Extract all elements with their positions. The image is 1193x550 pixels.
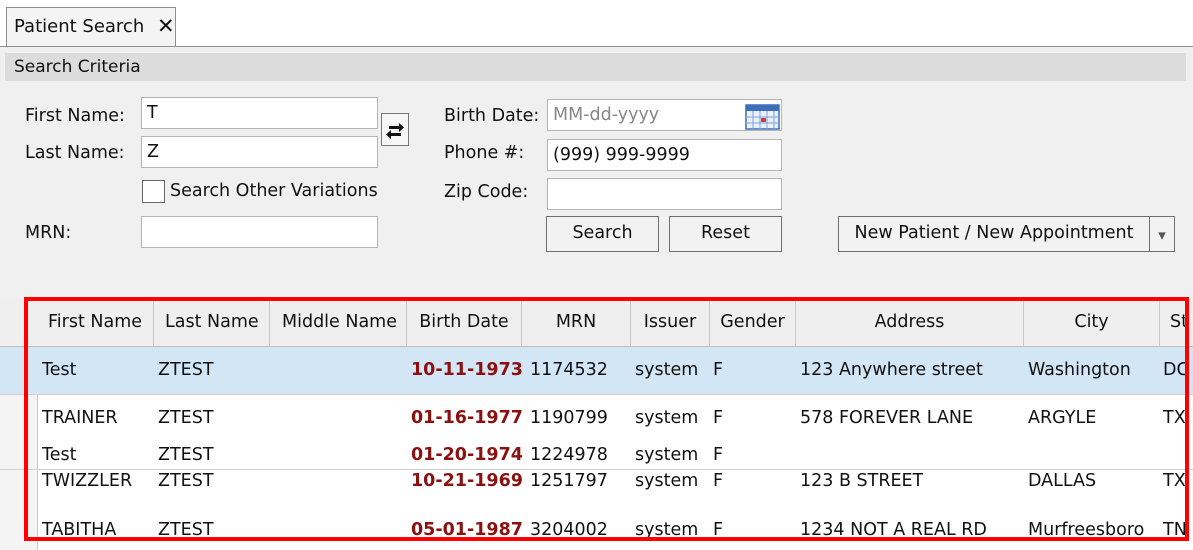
cell-mrn: 1224978 [530, 445, 608, 465]
last-name-label: Last Name: [25, 143, 125, 163]
cell-issuer: system [635, 520, 699, 540]
table-row[interactable]: TABITHA ZTEST 05-01-1987 3204002 system … [0, 495, 1193, 550]
cell-state: TX [1163, 408, 1186, 428]
search-button[interactable]: Search [546, 216, 659, 252]
cell-last-name: ZTEST [158, 445, 214, 465]
cell-birth-date: 01-20-1974 [411, 445, 523, 465]
cell-issuer: system [635, 360, 699, 380]
cell-gender: F [713, 445, 724, 465]
cell-address: 578 FOREVER LANE [800, 408, 974, 428]
cell-first-name: TABITHA [42, 520, 117, 540]
cell-gender: F [713, 471, 724, 491]
phone-field[interactable]: (999) 999-9999 [547, 139, 782, 171]
tab-patient-search[interactable]: Patient Search ✕ [6, 7, 176, 46]
cell-city: Washington [1028, 360, 1131, 380]
section-title: Search Criteria [14, 57, 141, 77]
cell-first-name: TRAINER [42, 408, 118, 428]
zip-code-field[interactable] [547, 178, 782, 210]
cell-gender: F [713, 360, 724, 380]
tab-strip: Patient Search ✕ [0, 0, 1193, 46]
cell-birth-date: 10-21-1969 [411, 471, 523, 491]
cell-last-name: ZTEST [158, 520, 214, 540]
cell-address: 1234 NOT A REAL RD [800, 520, 987, 540]
cell-issuer: system [635, 408, 699, 428]
column-header-middle-name[interactable]: Middle Name [270, 300, 407, 347]
chevron-down-icon: ▾ [1158, 226, 1166, 244]
cell-address: 123 B STREET [800, 471, 924, 491]
tab-label: Patient Search [14, 16, 145, 37]
cell-state: DC [1163, 360, 1189, 380]
column-header-gender[interactable]: Gender [710, 300, 796, 347]
last-name-field[interactable]: Z [141, 136, 378, 168]
cell-birth-date: 10-11-1973 [411, 360, 523, 380]
mrn-field[interactable] [141, 216, 378, 248]
zip-code-label: Zip Code: [444, 182, 529, 202]
cell-mrn: 3204002 [530, 520, 608, 540]
table-row[interactable]: TRAINER ZTEST 01-16-1977 1190799 system … [0, 395, 1193, 442]
column-header-mrn[interactable]: MRN [522, 300, 631, 347]
section-header: Search Criteria [5, 53, 1186, 81]
cell-issuer: system [635, 471, 699, 491]
column-header-birth-date[interactable]: Birth Date [407, 300, 522, 347]
cell-gender: F [713, 520, 724, 540]
results-grid: First Name Last Name Middle Name Birth D… [0, 300, 1193, 550]
birth-date-label: Birth Date: [444, 106, 540, 126]
column-header-address[interactable]: Address [796, 300, 1024, 347]
mrn-label: MRN: [25, 223, 72, 243]
swap-icon [386, 123, 404, 139]
search-other-variations-checkbox[interactable] [142, 180, 165, 203]
swap-names-button[interactable] [381, 113, 409, 146]
table-row[interactable]: Test ZTEST 01-20-1974 1224978 system F [0, 442, 1193, 470]
first-name-field[interactable]: T [141, 97, 378, 129]
cell-birth-date: 01-16-1977 [411, 408, 523, 428]
search-other-variations-label: Search Other Variations [170, 181, 378, 201]
cell-gender: F [713, 408, 724, 428]
cell-city: ARGYLE [1028, 408, 1097, 428]
cell-mrn: 1190799 [530, 408, 608, 428]
grid-header: First Name Last Name Middle Name Birth D… [0, 300, 1193, 347]
column-header-first-name[interactable]: First Name [38, 300, 154, 347]
cell-city: Murfreesboro [1028, 520, 1145, 540]
column-header-issuer[interactable]: Issuer [631, 300, 710, 347]
cell-last-name: ZTEST [158, 471, 214, 491]
calendar-icon[interactable] [745, 104, 780, 130]
cell-address: 123 Anywhere street [800, 360, 983, 380]
cell-last-name: ZTEST [158, 408, 214, 428]
table-row[interactable]: TWIZZLER ZTEST 10-21-1969 1251797 system… [0, 470, 1193, 495]
cell-mrn: 1251797 [530, 471, 608, 491]
cell-state: TN [1163, 520, 1187, 540]
table-row[interactable]: Test ZTEST 10-11-1973 1174532 system F 1… [0, 347, 1193, 395]
cell-mrn: 1174532 [530, 360, 608, 380]
reset-button[interactable]: Reset [669, 216, 782, 252]
new-patient-appointment-button[interactable]: New Patient / New Appointment [838, 216, 1150, 252]
search-criteria-panel: Search Criteria [0, 46, 1193, 300]
cell-last-name: ZTEST [158, 360, 214, 380]
column-header-last-name[interactable]: Last Name [154, 300, 270, 347]
first-name-label: First Name: [25, 106, 125, 126]
new-patient-dropdown-button[interactable]: ▾ [1149, 216, 1175, 252]
phone-label: Phone #: [444, 143, 525, 163]
column-header-city[interactable]: City [1024, 300, 1160, 347]
column-header-state[interactable]: St [1160, 300, 1193, 347]
cell-first-name: Test [42, 360, 77, 380]
cell-state: TX [1163, 471, 1186, 491]
cell-city: DALLAS [1028, 471, 1097, 491]
close-icon[interactable]: ✕ [157, 14, 175, 38]
cell-first-name: Test [42, 445, 77, 465]
cell-issuer: system [635, 445, 699, 465]
cell-first-name: TWIZZLER [42, 471, 133, 491]
cell-birth-date: 05-01-1987 [411, 520, 523, 540]
